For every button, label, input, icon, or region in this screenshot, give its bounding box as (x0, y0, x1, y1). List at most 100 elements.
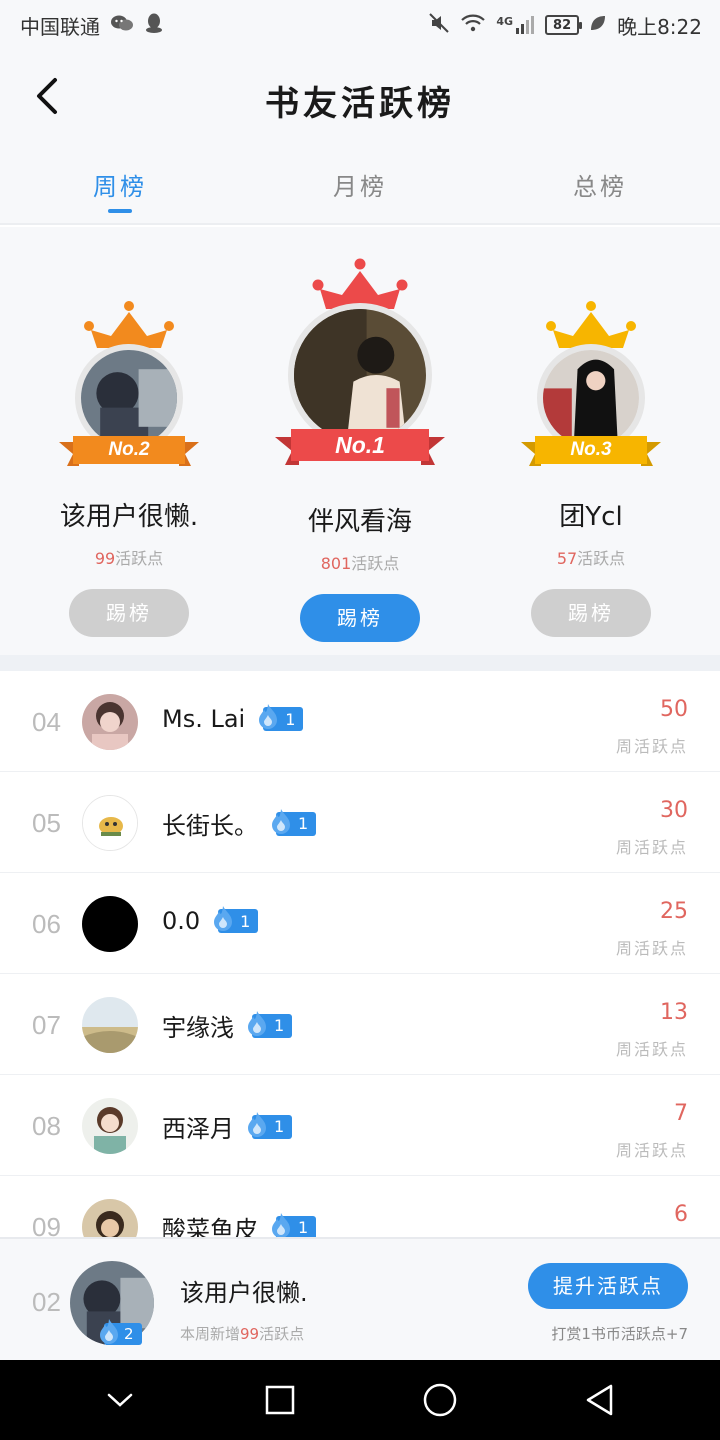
row-score-label: 周活跃点 (615, 737, 688, 756)
avatar[interactable] (82, 1199, 138, 1237)
list-item[interactable]: 09 酸菜鱼皮 1 6 周活跃点 (0, 1176, 720, 1237)
boost-activity-button[interactable]: 提升活跃点 (528, 1263, 688, 1309)
level-badge: 2 (100, 1319, 142, 1345)
rank-label: No.1 (335, 432, 385, 458)
flame-icon (272, 1212, 290, 1237)
points-suffix: 活跃点 (577, 549, 626, 568)
points-suffix: 活跃点 (351, 554, 400, 573)
avatar[interactable] (82, 795, 138, 851)
rank-ribbon: No.3 (521, 432, 661, 472)
flame-icon (214, 906, 233, 931)
badge-level: 1 (240, 911, 251, 931)
triangle-back-icon (586, 1384, 613, 1416)
clock-text: 晚上8:22 (617, 14, 702, 39)
avatar[interactable] (82, 1098, 138, 1154)
flame-icon (100, 1319, 118, 1344)
level-badge: 1 (272, 808, 317, 836)
podium-points: 801活跃点 (260, 550, 460, 574)
row-score-label: 周活跃点 (615, 1141, 688, 1160)
points-value: 57 (556, 549, 578, 568)
battery-icon: 82 (545, 15, 583, 35)
page-title: 书友活跃榜 (265, 84, 455, 124)
kick-button[interactable]: 踢榜 (69, 589, 189, 637)
boost-note: 打赏1书币活跃点+7 (551, 1325, 688, 1343)
podium-second: No.2 该用户很懒. 99活跃点 踢榜 (49, 300, 209, 637)
status-left: 中国联通 (20, 11, 164, 40)
my-rank: 02 (32, 1287, 61, 1317)
points-suffix: 活跃点 (115, 549, 164, 568)
crown-icon (546, 301, 636, 348)
level-badge: 1 (214, 906, 259, 933)
leaf-icon (589, 13, 607, 37)
row-name: 酸菜鱼皮 (162, 1216, 258, 1237)
tab-monthly[interactable]: 月榜 (240, 145, 480, 223)
badge-level: 1 (285, 709, 296, 729)
podium-points: 99活跃点 (49, 545, 209, 569)
section-divider (0, 655, 720, 671)
row-score: 6 (674, 1202, 688, 1227)
podium-name: 该用户很懒. (59, 502, 199, 532)
list-item[interactable]: 08 西泽月 1 7 周活跃点 (0, 1075, 720, 1176)
list-item[interactable]: 04 Ms. Lai 1 50 周活跃点 (0, 671, 720, 772)
header: 书友活跃榜 (0, 50, 720, 145)
row-score-label: 周活跃点 (615, 939, 688, 958)
row-score: 13 (660, 1000, 688, 1025)
flame-icon (248, 1111, 266, 1137)
row-score: 30 (660, 798, 688, 823)
kick-button[interactable]: 踢榜 (300, 594, 420, 642)
avatar[interactable] (82, 997, 138, 1053)
signal-icon: 4G (496, 15, 535, 35)
podium-first: No.1 伴风看海 801活跃点 踢榜 (260, 257, 460, 642)
row-name-wrap: 长街长。 1 (162, 806, 317, 841)
row-score-label: 周活跃点 (615, 1040, 688, 1059)
kick-button[interactable]: 踢榜 (531, 589, 651, 637)
row-rank: 07 (32, 1010, 61, 1040)
podium-third: No.3 团Ycl 57活跃点 踢榜 (511, 300, 671, 637)
list-item[interactable]: 07 宇缘浅 1 13 周活跃点 (0, 974, 720, 1075)
gain-suffix: 活跃点 (259, 1325, 305, 1343)
badge-level: 1 (298, 1218, 309, 1237)
points-value: 801 (320, 554, 352, 573)
ranking-list[interactable]: 04 Ms. Lai 1 50 周活跃点 05 长街长。 1 30 周活跃点 0… (0, 671, 720, 1237)
flame-icon (259, 704, 278, 729)
rank-ribbon: No.1 (275, 425, 445, 471)
row-rank: 04 (32, 707, 61, 737)
podium-points: 57活跃点 (511, 545, 671, 569)
row-rank: 06 (32, 909, 61, 939)
list-item[interactable]: 05 长街长。 1 30 周活跃点 (0, 772, 720, 873)
badge-level: 1 (298, 814, 309, 833)
nav-collapse-button[interactable] (90, 1370, 150, 1430)
row-score: 7 (674, 1101, 688, 1126)
row-name: 西泽月 (162, 1115, 234, 1143)
chevron-down-icon (107, 1393, 133, 1407)
badge-level: 2 (124, 1325, 134, 1343)
nav-recents-button[interactable] (250, 1370, 310, 1430)
nav-home-button[interactable] (410, 1370, 470, 1430)
list-item[interactable]: 06 0.0 1 25 周活跃点 (0, 873, 720, 974)
tab-total[interactable]: 总榜 (480, 145, 720, 223)
circle-icon (423, 1383, 457, 1417)
row-rank: 08 (32, 1111, 61, 1141)
nav-back-button[interactable] (570, 1370, 630, 1430)
row-name: 宇缘浅 (162, 1014, 234, 1042)
flame-icon (272, 808, 290, 834)
gain-prefix: 本周新增 (180, 1325, 241, 1343)
badge-level: 1 (274, 1117, 285, 1136)
row-rank: 05 (32, 808, 61, 838)
rank-label: No.2 (108, 439, 150, 460)
podium-name: 团Ycl (559, 502, 623, 532)
row-name-wrap: Ms. Lai 1 (162, 704, 304, 733)
row-name-wrap: 0.0 1 (162, 906, 259, 935)
podium-name: 伴风看海 (307, 507, 412, 537)
my-weekly-gain: 本周新增99活跃点 (180, 1323, 304, 1344)
avatar[interactable] (82, 896, 138, 952)
wechat-icon (110, 13, 134, 38)
tab-weekly[interactable]: 周榜 (0, 145, 240, 223)
rank-ribbon: No.2 (59, 432, 199, 472)
row-name-wrap: 宇缘浅 1 (162, 1008, 293, 1043)
level-badge: 1 (272, 1212, 317, 1237)
crown-icon (312, 258, 408, 309)
avatar[interactable] (82, 694, 138, 750)
podium: No.2 该用户很懒. 99活跃点 踢榜 No.1 伴风看海 801活跃点 踢榜 (0, 227, 720, 655)
status-bar: 中国联通 4G 82 晚上8:22 (0, 0, 720, 50)
